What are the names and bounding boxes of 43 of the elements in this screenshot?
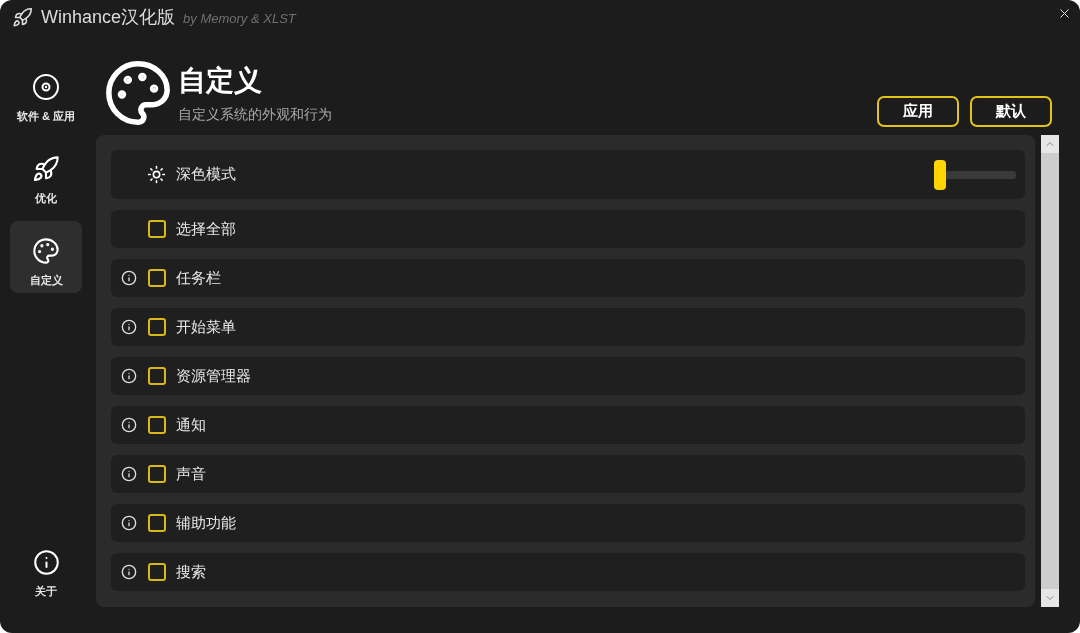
window-title: Winhance汉化版 [41,5,176,29]
palette-icon [32,237,60,265]
info-icon[interactable] [121,466,137,482]
setting-label: 选择全部 [176,218,236,239]
checkbox[interactable] [148,318,166,336]
checkbox[interactable] [148,220,166,238]
checkbox[interactable] [148,514,166,532]
checkbox[interactable] [148,367,166,385]
sidebar-item[interactable]: 自定义 [10,221,82,293]
palette-icon [103,58,173,128]
setting-label: 资源管理器 [176,365,251,386]
action-button[interactable]: 应用 [877,96,959,127]
info-icon [32,548,60,576]
sidebar-item[interactable]: 优化 [10,139,82,211]
checkbox[interactable] [148,563,166,581]
sidebar-item[interactable]: 软件 & 应用 [10,57,82,129]
setting-label: 深色模式 [176,164,237,185]
page-title: 自定义 [178,64,263,98]
action-button[interactable]: 默认 [970,96,1052,127]
setting-label: 搜索 [176,561,206,582]
setting-label: 通知 [176,414,206,435]
toggle-switch[interactable] [934,159,1016,190]
info-icon[interactable] [121,368,137,384]
checkbox[interactable] [148,416,166,434]
window-subtitle: by Memory & XLST [183,9,296,28]
info-icon[interactable] [121,270,137,286]
toggle-thumb[interactable] [934,159,946,190]
disc-icon [33,74,59,100]
checkbox[interactable] [148,465,166,483]
setting-label: 声音 [176,463,206,484]
setting-label: 开始菜单 [176,316,236,337]
rocket-icon [12,6,33,28]
info-icon[interactable] [121,417,137,433]
checkbox[interactable] [148,269,166,287]
rocket-icon [32,155,60,183]
info-icon[interactable] [121,319,137,335]
setting-label: 辅助功能 [176,512,236,533]
setting-label: 任务栏 [176,267,221,288]
page-description: 自定义系统的外观和行为 [178,105,332,123]
sidebar-item[interactable]: 关于 [10,532,82,604]
sun-icon [147,165,166,184]
info-icon[interactable] [121,515,137,531]
info-icon[interactable] [121,564,137,580]
